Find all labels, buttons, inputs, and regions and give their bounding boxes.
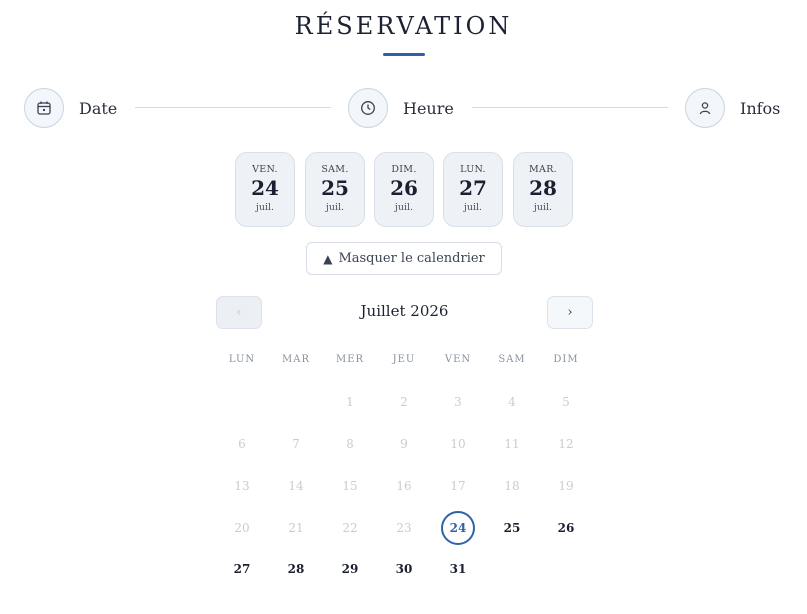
day-chip[interactable]: MAR. 28 juil. [513, 152, 573, 227]
chip-day: 27 [459, 176, 487, 200]
calendar-day[interactable]: 31 [441, 552, 475, 586]
weekday-header: DIM [553, 354, 579, 365]
user-icon [685, 88, 725, 128]
weekday-header: SAM [498, 354, 526, 365]
step-date-label: Date [79, 98, 118, 118]
calendar-day: 1 [346, 395, 354, 409]
calendar-day: 7 [292, 437, 300, 451]
calendar-day: 16 [396, 479, 412, 493]
step-connector [135, 107, 331, 108]
chip-day: 24 [251, 176, 279, 200]
day-chip[interactable]: VEN. 24 juil. [235, 152, 295, 227]
step-date[interactable]: Date [24, 87, 117, 129]
hide-calendar-label: Masquer le calendrier [338, 251, 485, 266]
calendar-day: 12 [558, 437, 574, 451]
calendar-icon [24, 88, 64, 128]
month-title: Juillet 2026 [360, 302, 449, 320]
calendar-day: 17 [450, 479, 466, 493]
chip-day: 28 [529, 176, 557, 200]
calendar-day-selected[interactable]: 24 [441, 511, 475, 545]
calendar-day: 2 [400, 395, 408, 409]
step-time-label: Heure [403, 98, 454, 118]
chip-weekday: MAR. [529, 164, 557, 175]
calendar-day: 11 [504, 437, 520, 451]
calendar-day: 8 [346, 437, 354, 451]
calendar-day: 13 [234, 479, 250, 493]
day-chip[interactable]: DIM. 26 juil. [374, 152, 434, 227]
calendar-day: 10 [450, 437, 466, 451]
calendar-day: 18 [504, 479, 520, 493]
calendar-day[interactable]: 30 [387, 552, 421, 586]
chip-month: juil. [463, 202, 483, 213]
calendar-day: 22 [342, 521, 358, 535]
page-title: RÉSERVATION [294, 12, 513, 40]
day-chip[interactable]: SAM. 25 juil. [305, 152, 365, 227]
calendar-day[interactable]: 25 [495, 511, 529, 545]
step-connector [472, 107, 668, 108]
chip-day: 26 [390, 176, 418, 200]
calendar-day: 4 [508, 395, 516, 409]
calendar-day: 9 [400, 437, 408, 451]
calendar-day: 14 [288, 479, 304, 493]
step-info-label: Infos [740, 98, 781, 118]
chip-weekday: VEN. [252, 164, 278, 175]
next-month-button[interactable]: › [547, 296, 593, 329]
calendar-day: 19 [558, 479, 574, 493]
calendar-day: 6 [238, 437, 246, 451]
calendar-day: 15 [342, 479, 358, 493]
chip-month: juil. [255, 202, 275, 213]
chip-month: juil. [325, 202, 345, 213]
step-info[interactable]: Infos [685, 87, 780, 129]
calendar-day[interactable]: 26 [549, 511, 583, 545]
calendar-day: 21 [288, 521, 304, 535]
day-chip[interactable]: LUN. 27 juil. [443, 152, 503, 227]
weekday-header: MAR [282, 354, 310, 365]
chip-weekday: SAM. [321, 164, 349, 175]
prev-month-button[interactable]: ‹ [216, 296, 262, 329]
title-underline [383, 53, 425, 56]
weekday-header: LUN [228, 354, 256, 365]
step-time[interactable]: Heure [348, 87, 454, 129]
calendar-day[interactable]: 29 [333, 552, 367, 586]
calendar-day[interactable]: 27 [225, 552, 259, 586]
clock-icon [348, 88, 388, 128]
weekday-header: VEN [444, 354, 472, 365]
chip-month: juil. [533, 202, 553, 213]
chip-weekday: LUN. [460, 164, 486, 175]
chip-month: juil. [394, 202, 414, 213]
calendar-day[interactable]: 28 [279, 552, 313, 586]
triangle-up-icon: ▲ [323, 251, 333, 266]
calendar-day: 23 [396, 521, 412, 535]
weekday-header: JEU [392, 354, 416, 365]
weekday-header: MER [335, 354, 365, 365]
calendar-day: 3 [454, 395, 462, 409]
chip-weekday: DIM. [391, 164, 417, 175]
hide-calendar-button[interactable]: ▲ Masquer le calendrier [306, 242, 502, 275]
chip-day: 25 [321, 176, 349, 200]
calendar-day: 5 [562, 395, 570, 409]
calendar-day: 20 [234, 521, 250, 535]
